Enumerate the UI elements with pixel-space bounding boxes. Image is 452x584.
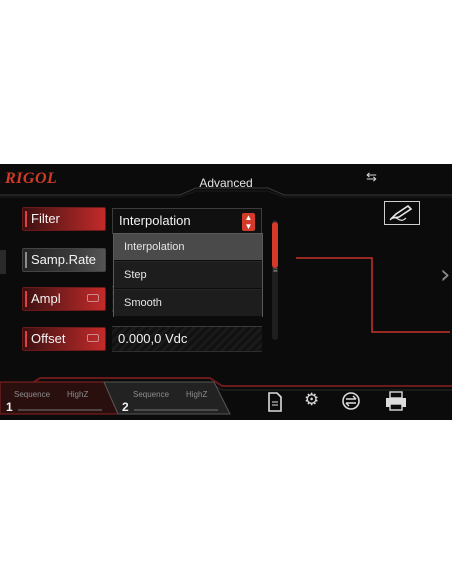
swap-icon[interactable]	[340, 390, 362, 417]
gear-icon[interactable]: ⚙	[304, 390, 319, 410]
channel-1-number[interactable]: 1	[6, 400, 13, 414]
printer-icon[interactable]	[384, 390, 408, 417]
channel-2-number[interactable]: 2	[122, 400, 129, 414]
channel-2-mode: Sequence	[133, 390, 170, 399]
channel-2-impedance: HighZ	[186, 390, 208, 399]
device-screen: RIGOL Advanced ⇆ Filter Samp.Rate Ampl O…	[0, 164, 452, 420]
bottom-frame	[0, 377, 452, 415]
channel-1-impedance: HighZ	[67, 390, 89, 399]
document-icon[interactable]	[266, 392, 284, 417]
channel-1-mode: Sequence	[14, 390, 51, 399]
